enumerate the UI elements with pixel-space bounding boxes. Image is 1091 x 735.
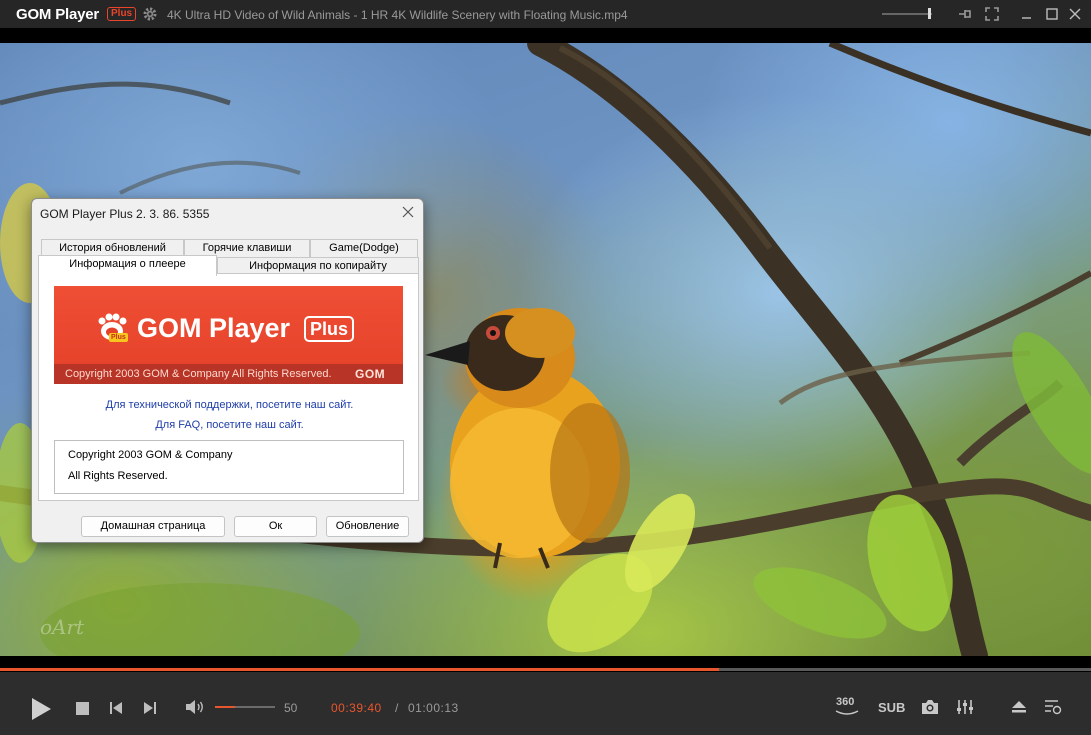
play-icon[interactable] [29,696,53,722]
banner-logo-badge: Plus [109,333,128,342]
copyright-line: Copyright 2003 GOM & Company [68,449,233,461]
rights-line: All Rights Reserved. [68,470,168,482]
file-title: 4K Ultra HD Video of Wild Animals - 1 HR… [167,8,628,22]
vr-360-button[interactable]: 360 [836,696,854,708]
ok-button[interactable]: Ок [234,516,317,537]
camera-icon[interactable] [921,699,939,715]
control-bar: 50 00:39:40 / 01:00:13 360 SUB [0,672,1091,735]
banner-title: GOM Player [137,313,291,343]
opacity-slider-handle[interactable] [928,8,931,19]
gom-player-window: GOM Player Plus 4K Ultra HD Video of Wil… [0,0,1091,735]
copyright-box: Copyright 2003 GOM & Company All Rights … [54,440,404,494]
volume-slider-level[interactable] [215,706,235,708]
homepage-button[interactable]: Домашная страница [81,516,225,537]
equalizer-icon[interactable] [956,699,974,715]
subtitle-button[interactable]: SUB [878,700,905,715]
banner-plus-badge: Plus [304,316,355,342]
close-icon[interactable] [1067,6,1083,22]
support-link[interactable]: Для технической поддержки, посетите наш … [39,399,420,411]
dialog-close-icon[interactable] [401,205,415,219]
prev-icon[interactable] [109,701,123,715]
fullscreen-icon[interactable] [984,6,1000,22]
update-button[interactable]: Обновление [326,516,409,537]
minimize-icon[interactable] [1019,6,1035,22]
tab-panel-player-info: Plus GOM Player Plus Copyright 2003 GOM … [38,273,419,501]
volume-value: 50 [284,701,298,715]
app-logo-badge: Plus [107,7,137,21]
time-separator: / [395,701,399,715]
title-bar[interactable]: GOM Player Plus 4K Ultra HD Video of Wil… [0,0,1091,28]
banner-copyright: Copyright 2003 GOM & Company All Rights … [65,368,332,380]
video-letterbox-top [0,28,1091,43]
eject-icon[interactable] [1011,700,1027,714]
seekbar-progress[interactable] [0,668,719,671]
dialog-title: GOM Player Plus 2. 3. 86. 5355 [40,207,210,221]
pin-icon[interactable] [957,6,973,22]
speaker-icon[interactable] [185,699,205,715]
faq-link[interactable]: Для FAQ, посетите наш сайт. [39,419,420,431]
banner-brand: GOM [355,367,386,381]
stop-icon[interactable] [76,702,89,715]
vr-360-arc-icon [835,710,859,715]
opacity-slider-track[interactable] [882,13,932,15]
maximize-icon[interactable] [1044,6,1060,22]
total-time[interactable]: 01:00:13 [408,701,459,715]
gom-banner: Plus GOM Player Plus Copyright 2003 GOM … [54,286,403,384]
video-watermark: oArt [40,615,85,639]
about-dialog: GOM Player Plus 2. 3. 86. 5355 История о… [31,198,424,543]
gear-icon[interactable] [142,6,158,22]
tab-game-dodge[interactable]: Game(Dodge) [310,239,418,257]
current-time: 00:39:40 [331,701,382,715]
playlist-icon[interactable] [1044,699,1062,715]
app-logo[interactable]: GOM Player [16,6,99,23]
tab-player-info[interactable]: Информация о плеере [38,255,217,276]
next-icon[interactable] [143,701,157,715]
